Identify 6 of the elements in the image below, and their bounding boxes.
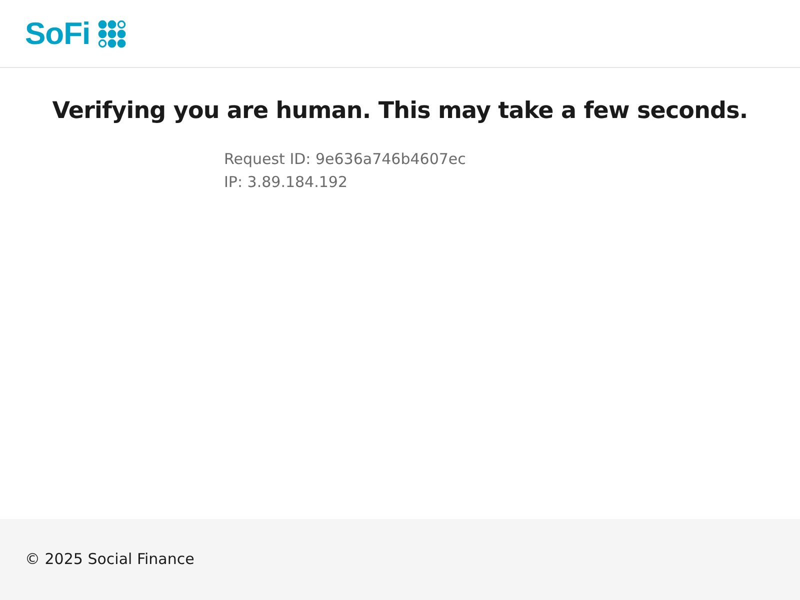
logo-text[interactable]: SoFi xyxy=(25,18,90,49)
page-heading: Verifying you are human. This may take a few seconds. xyxy=(51,98,749,126)
detail-text: Request ID: 9e636a746b4607ec xyxy=(224,148,467,170)
detail-text: IP: 3.89.184.192 xyxy=(224,172,348,193)
copyright-text: © 2025 Social Finance xyxy=(25,549,194,570)
logo-icon xyxy=(98,20,128,48)
